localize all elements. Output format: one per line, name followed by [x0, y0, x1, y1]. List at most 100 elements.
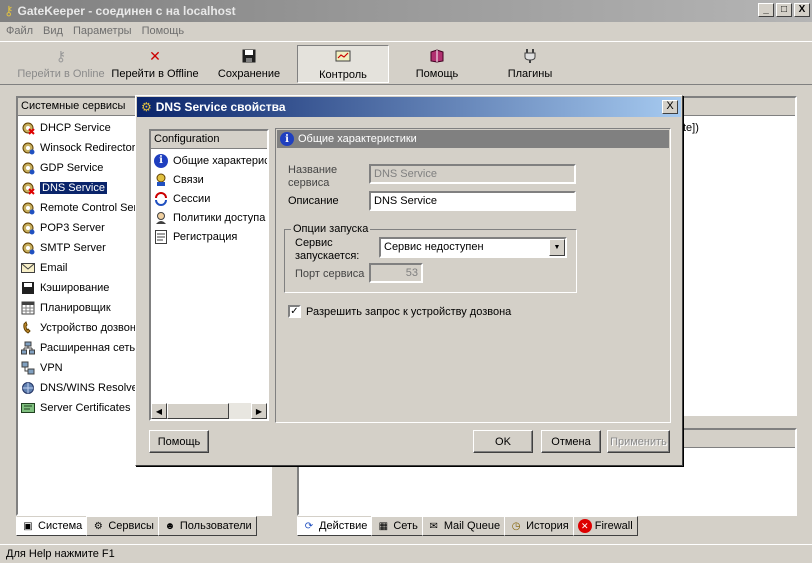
start-mode-select[interactable]: Сервис недоступен ▼ — [379, 237, 567, 258]
description-field[interactable]: DNS Service — [369, 191, 576, 211]
menu-view[interactable]: Вид — [43, 25, 63, 37]
config-item-label: Общие характеристики — [173, 154, 267, 167]
config-horizontal-scrollbar[interactable]: ◀ ▶ — [151, 403, 267, 419]
sessions-icon — [153, 191, 169, 207]
resolver-icon — [20, 380, 36, 396]
app-title: GateKeeper - соединен с на localhost — [17, 4, 236, 18]
tab-action[interactable]: ⟳ Действие — [297, 516, 373, 536]
tab-network-label: Сеть — [393, 520, 418, 532]
go-offline-button[interactable]: ✕ Перейти в Offline — [108, 45, 202, 83]
dialog-help-button[interactable]: Помощь — [149, 430, 209, 453]
plugins-button[interactable]: Плагины — [494, 45, 566, 83]
go-offline-label: Перейти в Offline — [111, 68, 199, 80]
config-item-logging[interactable]: Регистрация — [151, 227, 267, 246]
tab-users[interactable]: ☻ Пользователи — [157, 516, 257, 536]
toolbar: ⚷ Перейти в Online ✕ Перейти в Offline С… — [0, 41, 812, 85]
gear-disabled-icon — [20, 120, 36, 136]
tab-system-label: Система — [38, 520, 83, 532]
bindings-icon — [153, 172, 169, 188]
config-item-sessions[interactable]: Сессии — [151, 189, 267, 208]
users-icon: ☻ — [164, 520, 176, 532]
gear-icon: ⚙ — [93, 520, 103, 532]
vpn-icon — [20, 360, 36, 376]
tab-services[interactable]: ⚙ Сервисы — [86, 516, 159, 536]
service-label: DNS/WINS Resolver — [40, 382, 142, 394]
info-icon: i — [153, 153, 169, 169]
startup-options-title: Опции запуска — [291, 223, 371, 235]
tab-action-label: Действие — [319, 520, 368, 532]
control-button[interactable]: Контроль — [297, 45, 389, 83]
gear-icon — [20, 160, 36, 176]
service-label: DHCP Service — [40, 122, 111, 134]
book-icon — [428, 47, 446, 65]
computer-icon: ▣ — [23, 520, 33, 532]
help-button[interactable]: Помощь — [402, 45, 472, 83]
menu-options[interactable]: Параметры — [73, 25, 132, 37]
config-item-label: Политики доступа — [173, 211, 266, 224]
service-label: GDP Service — [40, 162, 104, 174]
save-label: Сохранение — [217, 68, 281, 80]
service-label: VPN — [40, 362, 63, 374]
minimize-button[interactable]: _ — [758, 3, 774, 17]
menu-file[interactable]: Файл — [6, 25, 33, 37]
envelope-icon — [20, 260, 36, 276]
scroll-left-icon[interactable]: ◀ — [151, 403, 167, 419]
envelope-icon: ✉ — [429, 520, 439, 532]
gear-icon — [20, 220, 36, 236]
key-icon: ⚷ — [4, 3, 14, 18]
close-button[interactable]: X — [794, 3, 810, 17]
service-label: Планировщик — [40, 302, 111, 314]
scroll-right-icon[interactable]: ▶ — [251, 403, 267, 419]
chevron-down-icon[interactable]: ▼ — [549, 239, 565, 256]
service-label: Winsock Redirector — [40, 142, 136, 154]
start-mode-value: Сервис недоступен — [384, 241, 484, 253]
info-icon: i — [280, 132, 294, 146]
service-label: Устройство дозвона — [40, 322, 143, 334]
description-label: Описание — [288, 195, 339, 207]
gear-disabled-icon — [20, 180, 36, 196]
config-item-general[interactable]: i Общие характеристики — [151, 151, 267, 170]
tab-network[interactable]: ▦ Сеть — [371, 516, 423, 536]
go-online-label: Перейти в Online — [17, 68, 105, 80]
save-button[interactable]: Сохранение — [212, 45, 286, 83]
start-mode-label-line1: Сервис — [295, 237, 333, 249]
go-online-button[interactable]: ⚷ Перейти в Online — [16, 45, 106, 83]
config-item-label: Связи — [173, 173, 204, 186]
tab-mail-queue-label: Mail Queue — [443, 520, 501, 532]
maximize-button[interactable]: □ — [776, 3, 792, 17]
policy-icon — [153, 210, 169, 226]
left-tabs: ▣ Система ⚙ Сервисы ☻ Пользователи — [16, 516, 257, 536]
monitor-icon — [334, 48, 352, 66]
service-name-label-line2: сервиса — [288, 177, 330, 189]
configuration-list: Configuration i Общие характеристики Связ… — [149, 129, 269, 421]
service-label: DNS Service — [40, 182, 107, 194]
network-icon — [20, 340, 36, 356]
service-label: Кэширование — [40, 282, 110, 294]
certificate-icon — [20, 400, 36, 416]
cache-icon — [20, 280, 36, 296]
apply-button[interactable]: Применить — [607, 430, 670, 453]
status-bar: Для Help нажмите F1 — [0, 544, 812, 563]
cancel-button[interactable]: Отмена — [541, 430, 601, 453]
config-item-bindings[interactable]: Связи — [151, 170, 267, 189]
right-tabs: ⟳ Действие ▦ Сеть ✉ Mail Queue ◷ История ✕ Fi… — [297, 516, 638, 536]
tab-firewall-label: Firewall — [594, 520, 633, 532]
tab-system[interactable]: ▣ Система — [16, 516, 88, 536]
firewall-icon: ✕ — [577, 519, 592, 533]
dialog-close-button[interactable]: X — [662, 100, 678, 114]
config-item-access-policies[interactable]: Политики доступа — [151, 208, 267, 227]
gear-icon — [20, 200, 36, 216]
menu-help[interactable]: Помощь — [142, 25, 185, 37]
modem-icon — [20, 320, 36, 336]
key-cross-icon: ✕ — [149, 47, 161, 64]
tab-mail-queue[interactable]: ✉ Mail Queue — [421, 516, 506, 536]
scroll-thumb[interactable] — [167, 403, 229, 419]
app-title-bar: ⚷ GateKeeper - соединен с на localhost _… — [0, 0, 812, 22]
plug-icon — [521, 47, 539, 65]
dial-request-checkbox[interactable]: ✓ — [288, 305, 301, 318]
tab-firewall[interactable]: ✕ Firewall — [572, 516, 638, 536]
ok-button[interactable]: OK — [473, 430, 533, 453]
tab-history[interactable]: ◷ История — [504, 516, 574, 536]
tab-users-label: Пользователи — [179, 520, 252, 532]
dns-service-properties-dialog: ⚙ DNS Service свойства X Configuration i… — [135, 95, 683, 466]
